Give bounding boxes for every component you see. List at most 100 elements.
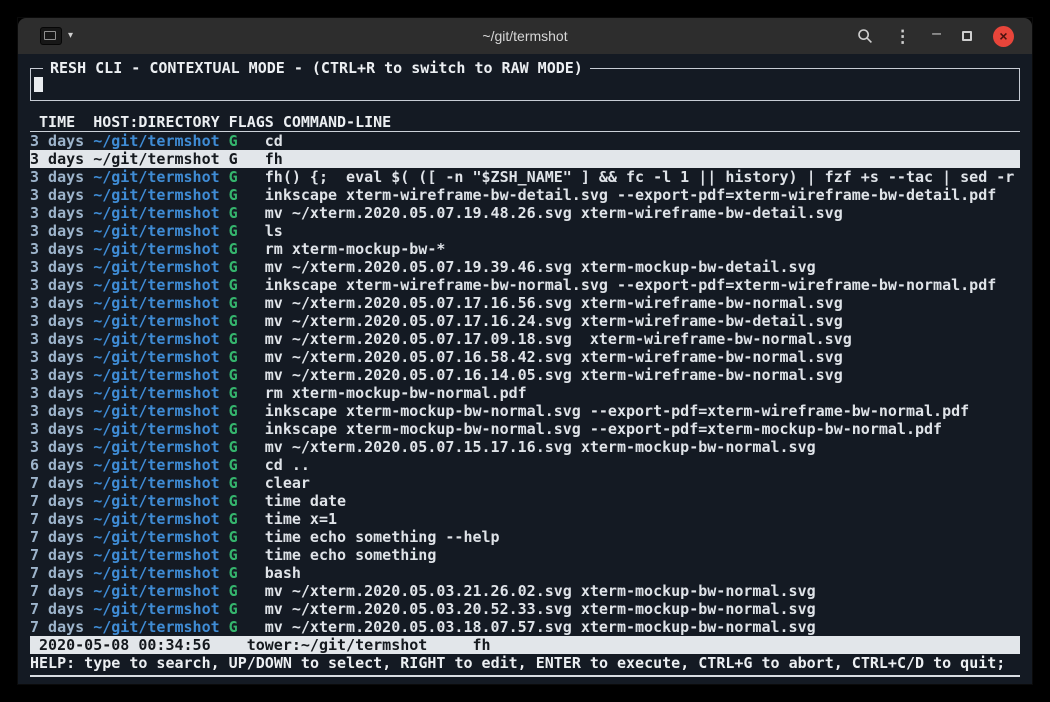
row-flags: G bbox=[229, 384, 265, 402]
row-command: cd bbox=[265, 132, 1020, 150]
row-flags: G bbox=[229, 222, 265, 240]
history-row[interactable]: 6 days ~/git/termshot G cd .. bbox=[30, 456, 1020, 474]
restore-button[interactable] bbox=[962, 31, 972, 41]
row-host: ~/git/termshot bbox=[93, 564, 228, 582]
search-icon[interactable] bbox=[857, 28, 873, 44]
history-row[interactable]: 3 days ~/git/termshot G cd bbox=[30, 132, 1020, 150]
row-time: 7 days bbox=[30, 582, 93, 600]
row-flags: G bbox=[229, 330, 265, 348]
row-host: ~/git/termshot bbox=[93, 240, 228, 258]
row-command: mv ~/xterm.2020.05.07.19.39.46.svg xterm… bbox=[265, 258, 1020, 276]
menu-kebab-icon[interactable]: ⋮ bbox=[894, 28, 911, 45]
status-datetime: 2020-05-08 00:34:56 bbox=[39, 636, 211, 654]
row-flags: G bbox=[229, 582, 265, 600]
row-flags: G bbox=[229, 600, 265, 618]
history-row[interactable]: 3 days ~/git/termshot G mv ~/xterm.2020.… bbox=[30, 204, 1020, 222]
row-command: rm xterm-mockup-bw-normal.pdf bbox=[265, 384, 1020, 402]
row-host: ~/git/termshot bbox=[93, 204, 228, 222]
history-row[interactable]: 3 days ~/git/termshot G rm xterm-mockup-… bbox=[30, 384, 1020, 402]
row-time: 3 days bbox=[30, 222, 93, 240]
row-command: time echo something bbox=[265, 546, 1020, 564]
row-host: ~/git/termshot bbox=[93, 618, 228, 636]
row-host: ~/git/termshot bbox=[93, 186, 228, 204]
history-row[interactable]: 3 days ~/git/termshot G inkscape xterm-m… bbox=[30, 420, 1020, 438]
history-row[interactable]: 7 days ~/git/termshot G time date bbox=[30, 492, 1020, 510]
row-host: ~/git/termshot bbox=[93, 330, 228, 348]
row-time: 7 days bbox=[30, 474, 93, 492]
row-time: 3 days bbox=[30, 438, 93, 456]
chevron-down-icon[interactable]: ▾ bbox=[68, 31, 73, 41]
row-time: 6 days bbox=[30, 456, 93, 474]
help-line: HELP: type to search, UP/DOWN to select,… bbox=[30, 654, 1020, 672]
row-flags: G bbox=[229, 546, 265, 564]
history-row[interactable]: 3 days ~/git/termshot G mv ~/xterm.2020.… bbox=[30, 330, 1020, 348]
row-flags: G bbox=[229, 564, 265, 582]
desktop-background: ▾ ~/git/termshot ⋮ – × bbox=[0, 0, 1050, 702]
row-flags: G bbox=[229, 474, 265, 492]
row-command: mv ~/xterm.2020.05.03.21.26.02.svg xterm… bbox=[265, 582, 1020, 600]
history-row[interactable]: 3 days ~/git/termshot G mv ~/xterm.2020.… bbox=[30, 366, 1020, 384]
row-command: bash bbox=[265, 564, 1020, 582]
row-command: mv ~/xterm.2020.05.07.17.16.56.svg xterm… bbox=[265, 294, 1020, 312]
titlebar[interactable]: ▾ ~/git/termshot ⋮ – × bbox=[18, 18, 1032, 54]
history-row[interactable]: 3 days ~/git/termshot G inkscape xterm-w… bbox=[30, 276, 1020, 294]
history-row[interactable]: 3 days ~/git/termshot G mv ~/xterm.2020.… bbox=[30, 258, 1020, 276]
row-time: 3 days bbox=[30, 366, 93, 384]
row-command: mv ~/xterm.2020.05.07.17.09.18.svg xterm… bbox=[265, 330, 1020, 348]
row-command: time echo something --help bbox=[265, 528, 1020, 546]
history-row[interactable]: 3 days ~/git/termshot G inkscape xterm-m… bbox=[30, 402, 1020, 420]
search-input[interactable]: RESH CLI - CONTEXTUAL MODE - (CTRL+R to … bbox=[30, 68, 1020, 101]
row-host: ~/git/termshot bbox=[93, 366, 228, 384]
history-row[interactable]: 7 days ~/git/termshot G time echo someth… bbox=[30, 528, 1020, 546]
header-flags: FLAGS bbox=[229, 113, 283, 131]
row-host: ~/git/termshot bbox=[93, 258, 228, 276]
row-time: 3 days bbox=[30, 276, 93, 294]
history-row[interactable]: 7 days ~/git/termshot G mv ~/xterm.2020.… bbox=[30, 600, 1020, 618]
close-button[interactable]: × bbox=[993, 26, 1014, 47]
header-host-directory: HOST:DIRECTORY bbox=[93, 113, 228, 131]
row-flags: G bbox=[229, 258, 265, 276]
new-tab-button[interactable]: ▾ bbox=[40, 27, 73, 45]
row-host: ~/git/termshot bbox=[93, 132, 228, 150]
row-time: 3 days bbox=[30, 186, 93, 204]
history-row[interactable]: 3 days ~/git/termshot G fh() {; eval $( … bbox=[30, 168, 1020, 186]
row-host: ~/git/termshot bbox=[93, 528, 228, 546]
row-host: ~/git/termshot bbox=[93, 492, 228, 510]
row-command: mv ~/xterm.2020.05.07.19.48.26.svg xterm… bbox=[265, 204, 1020, 222]
history-row[interactable]: 7 days ~/git/termshot G mv ~/xterm.2020.… bbox=[30, 582, 1020, 600]
history-row[interactable]: 3 days ~/git/termshot G mv ~/xterm.2020.… bbox=[30, 438, 1020, 456]
row-command: cd .. bbox=[265, 456, 1020, 474]
status-host-directory: tower:~/git/termshot bbox=[247, 636, 428, 654]
row-flags: G bbox=[229, 438, 265, 456]
row-host: ~/git/termshot bbox=[93, 348, 228, 366]
history-row[interactable]: 7 days ~/git/termshot G clear bbox=[30, 474, 1020, 492]
history-row[interactable]: 3 days ~/git/termshot G mv ~/xterm.2020.… bbox=[30, 348, 1020, 366]
row-time: 7 days bbox=[30, 546, 93, 564]
history-row[interactable]: 7 days ~/git/termshot G time echo someth… bbox=[30, 546, 1020, 564]
row-host: ~/git/termshot bbox=[93, 312, 228, 330]
history-row[interactable]: 3 days ~/git/termshot G ls bbox=[30, 222, 1020, 240]
row-time: 3 days bbox=[30, 150, 93, 168]
row-flags: G bbox=[229, 186, 265, 204]
history-row[interactable]: 3 days ~/git/termshot G rm xterm-mockup-… bbox=[30, 240, 1020, 258]
restore-icon bbox=[962, 31, 972, 41]
history-row[interactable]: 7 days ~/git/termshot G time x=1 bbox=[30, 510, 1020, 528]
row-command: mv ~/xterm.2020.05.07.17.16.24.svg xterm… bbox=[265, 312, 1020, 330]
history-row[interactable]: 3 days ~/git/termshot G inkscape xterm-w… bbox=[30, 186, 1020, 204]
history-row[interactable]: 7 days ~/git/termshot G bash bbox=[30, 564, 1020, 582]
row-command: clear bbox=[265, 474, 1020, 492]
row-time: 7 days bbox=[30, 492, 93, 510]
header-time: TIME bbox=[30, 113, 93, 131]
row-command: inkscape xterm-mockup-bw-normal.svg --ex… bbox=[265, 420, 1020, 438]
row-command: mv ~/xterm.2020.05.07.16.14.05.svg xterm… bbox=[265, 366, 1020, 384]
history-row[interactable]: 3 days ~/git/termshot G mv ~/xterm.2020.… bbox=[30, 294, 1020, 312]
history-row[interactable]: 3 days ~/git/termshot G fh bbox=[30, 150, 1020, 168]
history-row[interactable]: 3 days ~/git/termshot G mv ~/xterm.2020.… bbox=[30, 312, 1020, 330]
row-command: inkscape xterm-wireframe-bw-detail.svg -… bbox=[265, 186, 1020, 204]
row-flags: G bbox=[229, 456, 265, 474]
row-command: inkscape xterm-wireframe-bw-normal.svg -… bbox=[265, 276, 1020, 294]
row-command: mv ~/xterm.2020.05.07.16.58.42.svg xterm… bbox=[265, 348, 1020, 366]
minimize-button[interactable]: – bbox=[932, 26, 941, 42]
history-row[interactable]: 7 days ~/git/termshot G mv ~/xterm.2020.… bbox=[30, 618, 1020, 636]
row-command: time date bbox=[265, 492, 1020, 510]
